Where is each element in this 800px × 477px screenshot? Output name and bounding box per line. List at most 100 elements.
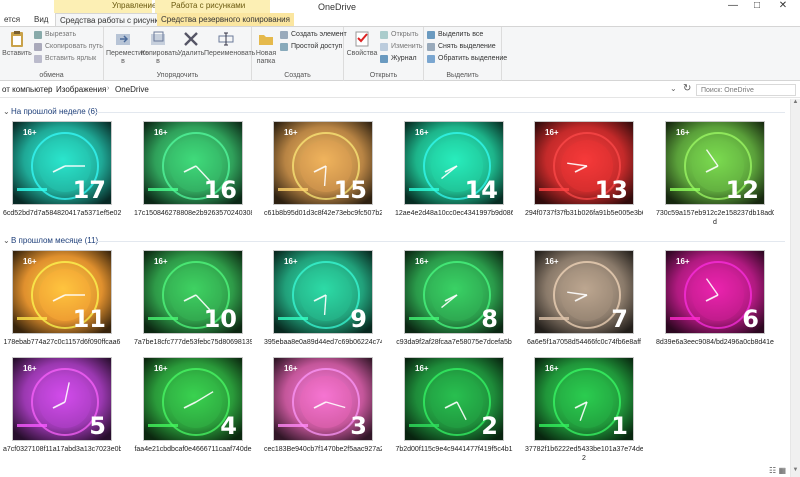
file-name: 17c150846278808e2b9263570240308e — [134, 210, 252, 217]
file-thumbnail[interactable]: 16+ 16 — [143, 121, 243, 205]
ribbon-group-clipboard: Вставить Вырезать Скопировать путь Встав… — [0, 27, 104, 81]
group-header-last-month[interactable]: ⌄В прошлом месяце (11) — [3, 236, 98, 245]
age-rating-badge: 16+ — [23, 257, 37, 266]
file-thumbnail[interactable]: 16+ 1 — [534, 357, 634, 441]
ribbon-group-label: Создать — [284, 72, 311, 79]
file-name: 6cd52bd7d7a584820417a5371ef5e02 — [3, 210, 121, 217]
file-name: cec183Be940cb7f1470be2f5aac927a2 — [264, 446, 382, 453]
file-thumbnail[interactable]: 16+ 12 — [665, 121, 765, 205]
breadcrumb-onedrive[interactable]: OneDrive — [115, 85, 149, 94]
invert-selection-button[interactable]: Обратить выделение — [427, 54, 507, 64]
minimize-button[interactable]: — — [722, 0, 744, 13]
new-item-button[interactable]: Создать элемент — [280, 30, 347, 40]
new-folder-button[interactable]: Новая папка — [254, 30, 278, 66]
open-label: Открыть — [391, 31, 419, 38]
view-mode-icons[interactable]: ☷ ▦ — [769, 466, 786, 475]
file-name: 37782f1b6222ed5433be101a37e74de8 — [525, 446, 643, 453]
file-thumbnail[interactable]: 16+ 10 — [143, 250, 243, 334]
file-thumbnail[interactable]: 16+ 8 — [404, 250, 504, 334]
breadcrumb-computer[interactable]: от компьютер — [2, 85, 53, 94]
group-header-last-week[interactable]: ⌄На прошлой неделе (6) — [3, 107, 98, 116]
context-group-pictures: Работа с рисунками — [155, 0, 270, 13]
history-button[interactable]: Журнал — [380, 54, 417, 64]
file-name: 7a7be18cfc777de53febc75d80698139 — [134, 339, 252, 346]
file-thumbnail[interactable]: 16+ 14 — [404, 121, 504, 205]
age-rating-badge: 16+ — [545, 257, 559, 266]
wallpaper-number: 3 — [350, 412, 367, 440]
file-name: 730c59a157eb912c2e158237db18ad0 — [656, 210, 774, 217]
file-thumbnail[interactable]: 16+ 2 — [404, 357, 504, 441]
open-button[interactable]: Открыть — [380, 30, 419, 40]
ribbon-group-label: Открыть — [369, 72, 398, 79]
file-thumbnail[interactable]: 16+ 11 — [12, 250, 112, 334]
paste-icon — [11, 31, 23, 47]
context-group-label: Управление — [112, 1, 157, 10]
file-thumbnail[interactable]: 16+ 3 — [273, 357, 373, 441]
edit-button[interactable]: Изменить — [380, 42, 423, 52]
vertical-scrollbar[interactable]: ▲ ▼ — [790, 99, 800, 477]
refresh-icon[interactable]: ↻ — [683, 83, 691, 94]
file-name: 178ebab774a27c0c1157d6f090ffcaa6 — [3, 339, 121, 346]
paste-shortcut-label: Вставить ярлык — [45, 55, 97, 62]
delete-button[interactable]: Удалить — [177, 30, 205, 58]
file-list: ⌄На прошлой неделе (6) ⌄В прошлом месяце… — [0, 99, 800, 477]
select-none-button[interactable]: Снять выделение — [427, 42, 496, 52]
file-thumbnail[interactable]: 16+ 7 — [534, 250, 634, 334]
address-bar[interactable]: от компьютер › Изображения › OneDrive ⌄ … — [0, 82, 800, 98]
file-thumbnail[interactable]: 16+ 6 — [665, 250, 765, 334]
copy-path-icon — [34, 43, 42, 51]
wallpaper-number: 6 — [742, 305, 759, 333]
cut-button[interactable]: Вырезать — [34, 30, 76, 40]
ribbon-group-open: Свойства Открыть Изменить Журнал Открыть — [344, 27, 424, 81]
age-rating-badge: 16+ — [23, 364, 37, 373]
file-thumbnail[interactable]: 16+ 9 — [273, 250, 373, 334]
rename-button[interactable]: Переименовать — [204, 30, 255, 58]
properties-button[interactable]: Свойства — [346, 30, 378, 58]
file-thumbnail[interactable]: 16+ 13 — [534, 121, 634, 205]
age-rating-badge: 16+ — [154, 128, 168, 137]
easy-access-button[interactable]: Простой доступ — [280, 42, 342, 52]
file-thumbnail[interactable]: 16+ 17 — [12, 121, 112, 205]
copy-path-button[interactable]: Скопировать путь — [34, 42, 103, 52]
close-button[interactable]: ✕ — [772, 0, 794, 13]
select-all-button[interactable]: Выделить все — [427, 30, 483, 40]
tab-view[interactable]: Вид — [30, 13, 52, 26]
group-divider — [95, 241, 785, 242]
maximize-button[interactable]: □ — [746, 0, 768, 13]
wallpaper-number: 11 — [72, 305, 106, 333]
search-input[interactable]: Поиск: OneDrive — [696, 84, 796, 96]
file-thumbnail[interactable]: 16+ 4 — [143, 357, 243, 441]
wallpaper-number: 17 — [72, 176, 106, 204]
age-rating-badge: 16+ — [415, 257, 429, 266]
copy-to-label: Копировать в — [141, 50, 179, 65]
group-title: На прошлой неделе (6) — [11, 107, 98, 116]
chevron-down-icon[interactable]: ⌄ — [670, 84, 677, 93]
age-rating-badge: 16+ — [545, 364, 559, 373]
wallpaper-number: 7 — [611, 305, 628, 333]
file-thumbnail[interactable]: 16+ 15 — [273, 121, 373, 205]
scroll-down-icon[interactable]: ▼ — [791, 467, 800, 477]
wallpaper-number: 9 — [350, 305, 367, 333]
copy-to-button[interactable]: Копировать в — [141, 30, 179, 66]
paste-button[interactable]: Вставить — [2, 30, 32, 58]
move-to-button[interactable]: Переместить в — [106, 30, 149, 66]
breadcrumb-separator-icon: › — [49, 85, 52, 92]
file-thumbnail[interactable]: 16+ 5 — [12, 357, 112, 441]
copy-path-label: Скопировать путь — [45, 43, 103, 50]
paste-shortcut-button[interactable]: Вставить ярлык — [34, 54, 96, 64]
file-name: 6a6e5f1a7058d54466fc0c74fb6e8aff — [527, 339, 641, 346]
easy-access-icon — [280, 43, 288, 51]
tab-share[interactable]: ется — [0, 13, 24, 26]
rename-label: Переименовать — [204, 50, 256, 57]
scroll-up-icon[interactable]: ▲ — [791, 99, 800, 109]
tab-backup-tools[interactable]: Средства резервного копирования — [157, 13, 294, 26]
paste-label: Вставить — [2, 50, 32, 57]
select-all-label: Выделить все — [438, 31, 484, 38]
ribbon-group-label: Упорядочить — [156, 72, 199, 79]
context-group-manage: Управление — [54, 0, 156, 13]
rename-icon — [218, 32, 234, 46]
edit-icon — [380, 43, 388, 51]
title-bar: Управление Работа с рисунками OneDrive —… — [0, 0, 800, 27]
breadcrumb-pictures[interactable]: Изображения — [56, 85, 106, 94]
wallpaper-number: 5 — [89, 412, 106, 440]
